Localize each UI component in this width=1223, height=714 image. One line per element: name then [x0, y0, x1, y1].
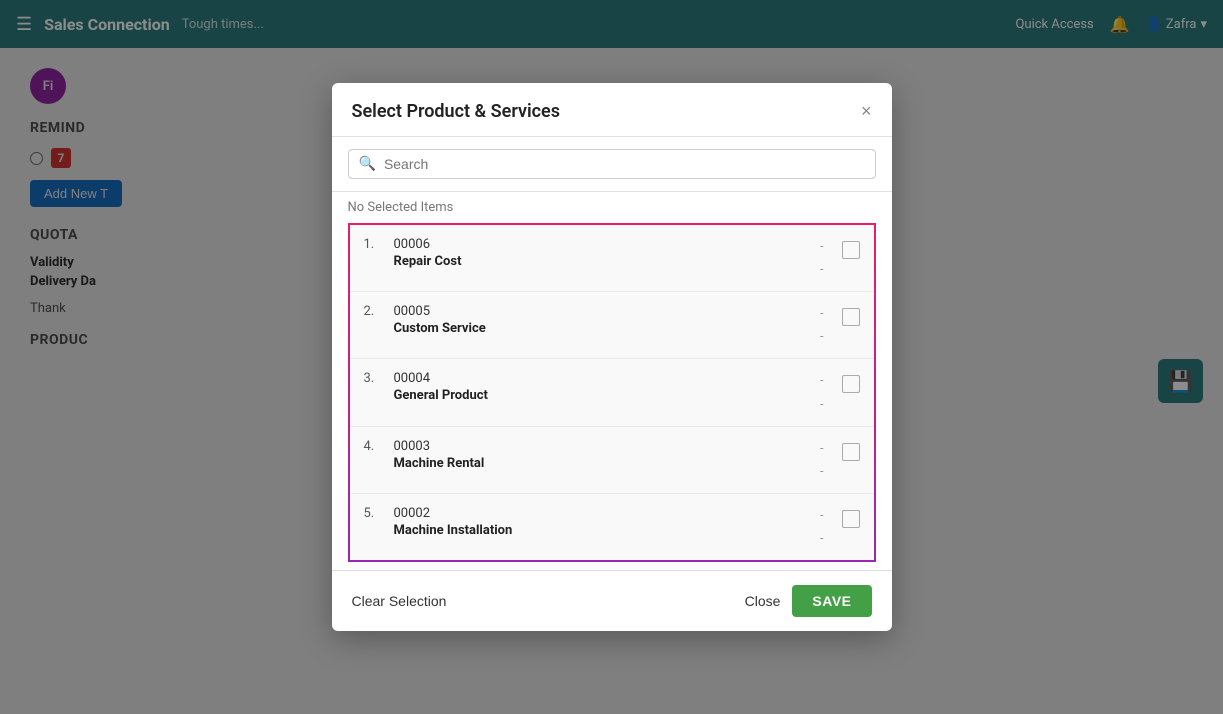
product-list-container: 1. 00006 Repair Cost - - 2. 00005 Custom… — [348, 223, 876, 563]
list-item[interactable]: 4. 00003 Machine Rental - - — [350, 427, 874, 494]
search-icon: 🔍 — [359, 156, 376, 172]
item-price-1: - — [820, 237, 823, 256]
modal-search-section: 🔍 — [332, 137, 892, 192]
item-price-2: - — [820, 462, 823, 481]
search-input[interactable] — [384, 156, 865, 172]
item-name: Repair Cost — [394, 254, 811, 269]
modal-overlay: Select Product & Services × 🔍 No Selecte… — [0, 0, 1223, 714]
footer-right-actions: Close SAVE — [745, 585, 872, 617]
item-code: 00004 — [394, 371, 811, 386]
item-checkbox[interactable] — [842, 510, 860, 528]
item-name: Custom Service — [394, 321, 811, 336]
item-number: 3. — [364, 371, 384, 386]
item-price-1: - — [820, 439, 823, 458]
item-checkbox[interactable] — [842, 308, 860, 326]
item-price: - - — [820, 237, 823, 279]
modal-header: Select Product & Services × — [332, 83, 892, 137]
list-item[interactable]: 5. 00002 Machine Installation - - — [350, 494, 874, 560]
list-item[interactable]: 1. 00006 Repair Cost - - — [350, 225, 874, 292]
no-selected-items-label: No Selected Items — [332, 192, 892, 223]
item-code: 00005 — [394, 304, 811, 319]
item-info: 00004 General Product — [394, 371, 811, 403]
modal-close-button[interactable]: × — [861, 102, 872, 120]
item-code: 00006 — [394, 237, 811, 252]
item-code: 00002 — [394, 506, 811, 521]
list-item[interactable]: 2. 00005 Custom Service - - — [350, 292, 874, 359]
item-checkbox[interactable] — [842, 443, 860, 461]
item-price-1: - — [820, 304, 823, 323]
item-number: 1. — [364, 237, 384, 252]
item-price: - - — [820, 371, 823, 413]
item-number: 2. — [364, 304, 384, 319]
item-price: - - — [820, 304, 823, 346]
clear-selection-button[interactable]: Clear Selection — [352, 593, 447, 609]
close-button[interactable]: Close — [745, 593, 781, 609]
item-checkbox[interactable] — [842, 375, 860, 393]
item-name: General Product — [394, 388, 811, 403]
search-wrapper: 🔍 — [348, 149, 876, 179]
item-price-1: - — [820, 371, 823, 390]
list-item[interactable]: 3. 00004 General Product - - — [350, 359, 874, 426]
item-number: 4. — [364, 439, 384, 454]
item-price-1: - — [820, 506, 823, 525]
modal-footer: Clear Selection Close SAVE — [332, 570, 892, 631]
select-product-modal: Select Product & Services × 🔍 No Selecte… — [332, 83, 892, 632]
save-button[interactable]: SAVE — [792, 585, 871, 617]
item-price-2: - — [820, 529, 823, 548]
item-code: 00003 — [394, 439, 811, 454]
item-info: 00002 Machine Installation — [394, 506, 811, 538]
item-price-2: - — [820, 260, 823, 279]
item-number: 5. — [364, 506, 384, 521]
modal-title: Select Product & Services — [352, 101, 560, 122]
item-info: 00005 Custom Service — [394, 304, 811, 336]
item-price: - - — [820, 506, 823, 548]
item-checkbox[interactable] — [842, 241, 860, 259]
item-price-2: - — [820, 395, 823, 414]
item-info: 00003 Machine Rental — [394, 439, 811, 471]
item-info: 00006 Repair Cost — [394, 237, 811, 269]
item-price: - - — [820, 439, 823, 481]
item-price-2: - — [820, 327, 823, 346]
item-name: Machine Installation — [394, 523, 811, 538]
item-name: Machine Rental — [394, 456, 811, 471]
